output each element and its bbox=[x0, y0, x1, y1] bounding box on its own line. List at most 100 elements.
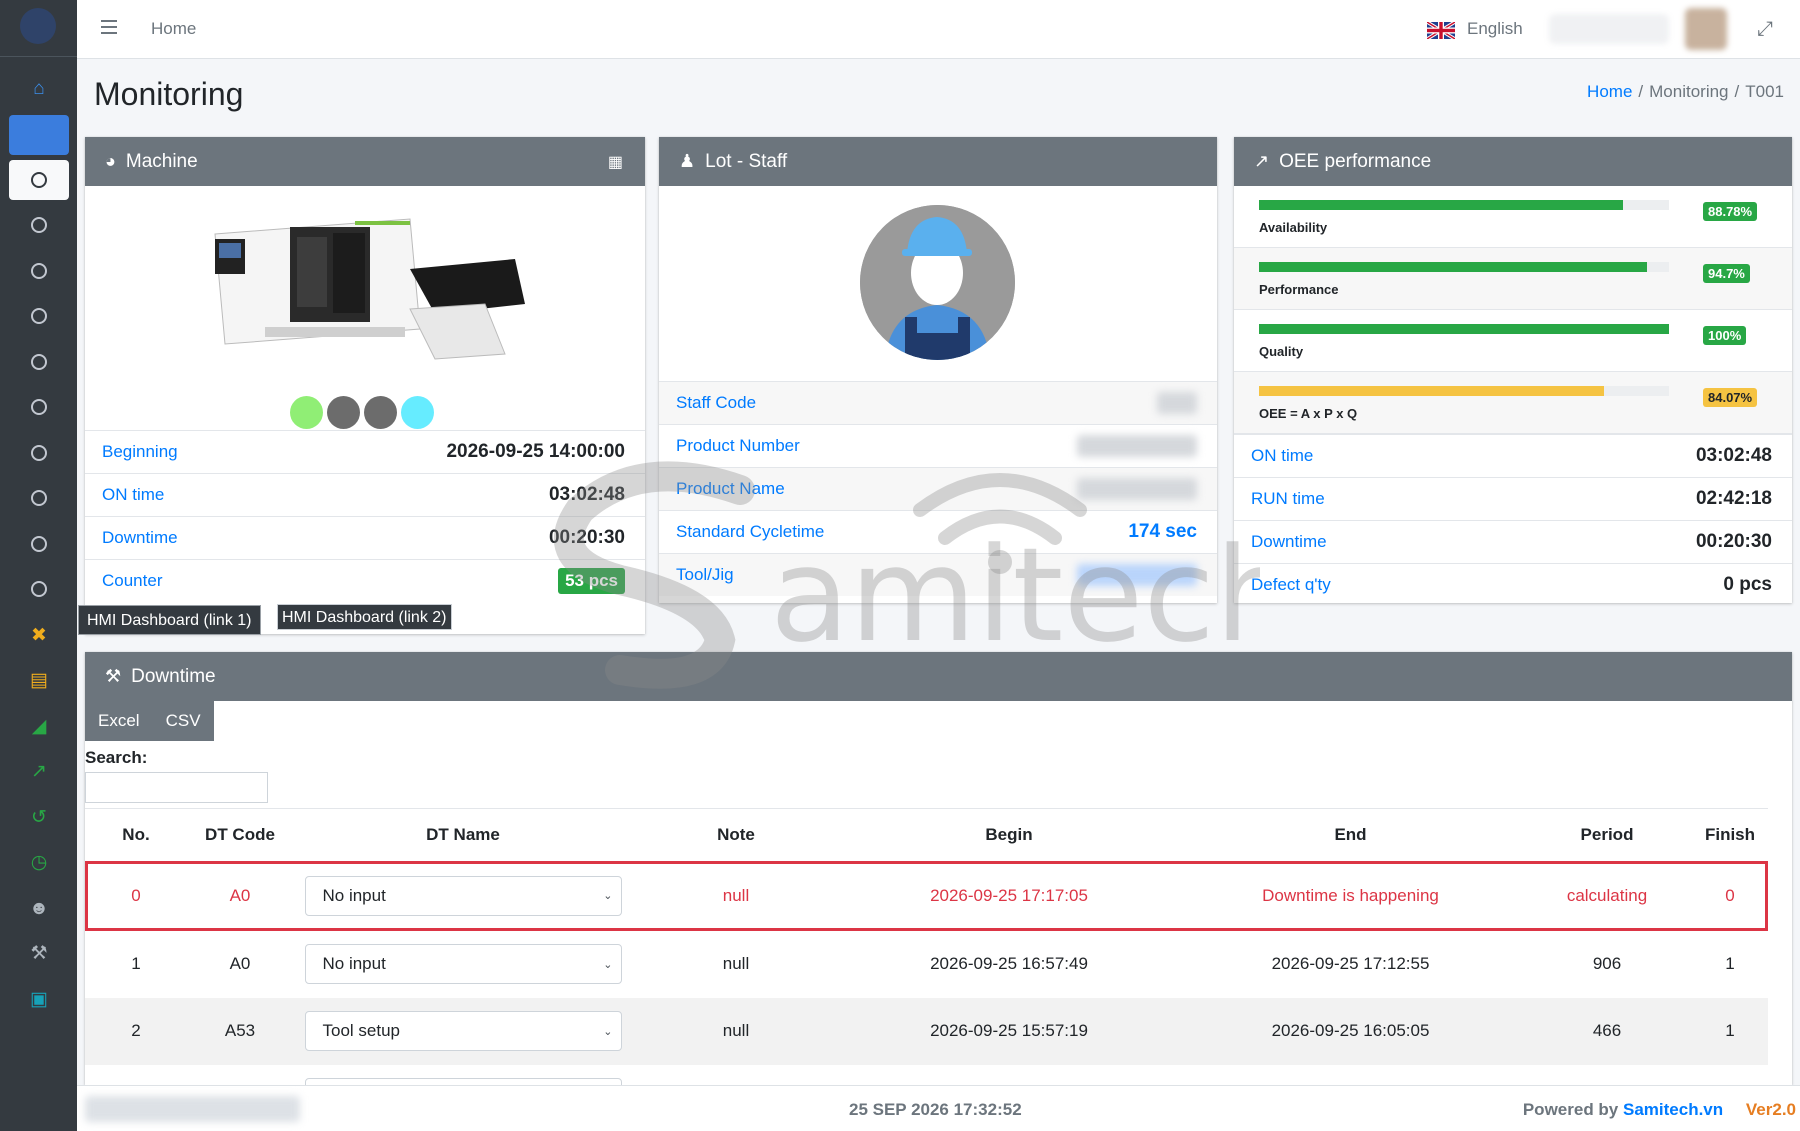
circle-icon bbox=[31, 490, 47, 506]
sidebar-item-machine-2[interactable] bbox=[9, 205, 69, 245]
sidebar: ⌂ ✖ ▤ ◢ ↗ ↺ ◷ ☻ ⚒ ▣ bbox=[0, 0, 77, 1131]
label: RUN time bbox=[1251, 489, 1325, 508]
product-name-redacted bbox=[1077, 478, 1197, 500]
oee-card: ↗ OEE performance Availability 88.78% Per… bbox=[1234, 137, 1792, 603]
excel-button[interactable]: Excel bbox=[85, 701, 153, 741]
dt-name-select[interactable]: No input ⌄ bbox=[304, 875, 622, 916]
sidebar-item-machine-4[interactable] bbox=[9, 296, 69, 336]
history-icon: ↺ bbox=[31, 806, 47, 828]
search-label: Search: bbox=[85, 748, 148, 767]
sidebar-item-home[interactable]: ⌂ bbox=[9, 68, 69, 108]
cell-end: 2026-09-25 16:05:05 bbox=[1179, 997, 1522, 1065]
dt-name-select[interactable] bbox=[304, 1078, 622, 1085]
value: 0 pcs bbox=[1723, 574, 1772, 595]
cell-no: 1 bbox=[85, 930, 187, 998]
footer-redacted bbox=[85, 1096, 300, 1122]
line-chart-icon: ↗ bbox=[1254, 151, 1270, 171]
fullscreen-icon[interactable]: ⤢ bbox=[1757, 18, 1773, 41]
sidebar-item-machine-10[interactable] bbox=[9, 569, 69, 609]
cell-code: A0 bbox=[229, 885, 251, 905]
hmi-dashboard-link-1[interactable]: HMI Dashboard (link 1) bbox=[78, 605, 261, 635]
user-name-redacted[interactable] bbox=[1549, 14, 1669, 44]
machine-card-header: ◕ Machine ▦ bbox=[85, 137, 645, 186]
value: 174 sec bbox=[1128, 521, 1197, 542]
chevron-down-icon: ⌄ bbox=[603, 958, 613, 971]
value: 03:02:48 bbox=[1695, 445, 1772, 466]
oee-row-on-time: ON time 03:02:48 bbox=[1234, 434, 1792, 477]
sidebar-item-machine-9[interactable] bbox=[9, 524, 69, 564]
circle-icon bbox=[31, 172, 47, 188]
clipboard-icon: ▤ bbox=[30, 669, 48, 691]
user-avatar[interactable] bbox=[1685, 8, 1727, 50]
col-period[interactable]: Period bbox=[1522, 808, 1692, 861]
status-dot-2 bbox=[327, 396, 360, 429]
home-icon: ⌂ bbox=[33, 77, 45, 99]
brand-logo[interactable] bbox=[20, 8, 56, 44]
hmi-dashboard-link-2[interactable]: HMI Dashboard (link 2) bbox=[277, 604, 452, 630]
value: 02:42:18 bbox=[1695, 488, 1772, 509]
circle-icon bbox=[31, 308, 47, 324]
table-icon[interactable]: ▦ bbox=[608, 152, 623, 172]
sidebar-item-book[interactable]: ▣ bbox=[9, 979, 69, 1019]
col-dt-name[interactable]: DT Name bbox=[293, 808, 633, 861]
footer-datetime: 25 SEP 2026 17:32:52 bbox=[849, 1100, 1022, 1119]
col-no[interactable]: No. bbox=[85, 808, 187, 861]
top-navbar: Home English ⤢ bbox=[77, 0, 1800, 59]
dt-name-select[interactable]: Tool setup ⌄ bbox=[304, 1011, 622, 1051]
chevron-down-icon: ⌄ bbox=[603, 1025, 613, 1038]
dt-name-select[interactable]: No input ⌄ bbox=[304, 944, 622, 984]
oee-quality: Quality 100% bbox=[1234, 310, 1792, 372]
table-row-active: 0 A0 No input ⌄ null 2026-09-25 17:17:05 … bbox=[85, 860, 1768, 931]
col-finish[interactable]: Finish bbox=[1692, 808, 1768, 861]
progress-track bbox=[1259, 386, 1669, 396]
sidebar-item-tools[interactable]: ✖ bbox=[9, 615, 69, 655]
tools-icon: ✖ bbox=[31, 624, 47, 646]
cell-finish: 1 bbox=[1692, 997, 1768, 1065]
oee-row-run-time: RUN time 02:42:18 bbox=[1234, 477, 1792, 520]
col-note[interactable]: Note bbox=[633, 808, 839, 861]
sidebar-item-machine-8[interactable] bbox=[9, 478, 69, 518]
product-number-redacted bbox=[1077, 435, 1197, 457]
oee-label: Availability bbox=[1259, 220, 1328, 235]
label: Standard Cycletime bbox=[676, 522, 825, 541]
breadcrumb: Home / Monitoring / T001 bbox=[1587, 82, 1784, 101]
sidebar-item-machine-7[interactable] bbox=[9, 433, 69, 473]
brand-link[interactable]: Samitech.vn bbox=[1623, 1100, 1723, 1119]
sidebar-item-t001[interactable] bbox=[9, 160, 69, 200]
col-end[interactable]: End bbox=[1179, 808, 1522, 861]
sidebar-item-area-chart[interactable]: ◢ bbox=[9, 706, 69, 746]
status-dot-run bbox=[290, 396, 323, 429]
status-dot-power bbox=[401, 396, 434, 429]
cell-finish: 0 bbox=[1725, 885, 1735, 905]
selected-value: No input bbox=[322, 954, 386, 973]
label: Product Name bbox=[676, 479, 785, 498]
footer: 25 SEP 2026 17:32:52 Powered by Samitech… bbox=[77, 1085, 1800, 1131]
oee-row-downtime: Downtime 00:20:30 bbox=[1234, 520, 1792, 563]
sidebar-item-clipboard[interactable]: ▤ bbox=[9, 660, 69, 700]
line-chart-icon: ↗ bbox=[31, 760, 47, 782]
breadcrumb-home[interactable]: Home bbox=[1587, 82, 1632, 101]
sidebar-item-machine-5[interactable] bbox=[9, 342, 69, 382]
menu-toggle-icon[interactable] bbox=[101, 20, 117, 34]
cell-end: 2026-09-25 17:12:55 bbox=[1179, 930, 1522, 998]
sidebar-item-clock[interactable]: ◷ bbox=[9, 842, 69, 882]
tool-jig-redacted bbox=[1077, 564, 1197, 586]
progress-track bbox=[1259, 200, 1669, 210]
search-input[interactable] bbox=[85, 772, 268, 803]
staff-avatar bbox=[860, 205, 1015, 360]
sidebar-item-line-chart[interactable]: ↗ bbox=[9, 751, 69, 791]
csv-button[interactable]: CSV bbox=[153, 701, 214, 741]
nav-home-link[interactable]: Home bbox=[151, 19, 196, 39]
breadcrumb-current: T001 bbox=[1745, 82, 1784, 101]
sidebar-item-history[interactable]: ↺ bbox=[9, 797, 69, 837]
label: ON time bbox=[1251, 446, 1314, 465]
sidebar-item-monitoring[interactable] bbox=[9, 115, 69, 155]
language-selector[interactable]: English bbox=[1467, 19, 1523, 39]
col-dt-code[interactable]: DT Code bbox=[187, 808, 293, 861]
sidebar-item-machine-3[interactable] bbox=[9, 251, 69, 291]
sidebar-item-users[interactable]: ☻ bbox=[9, 888, 69, 928]
circle-icon bbox=[31, 399, 47, 415]
col-begin[interactable]: Begin bbox=[839, 808, 1179, 861]
sidebar-item-machine-6[interactable] bbox=[9, 387, 69, 427]
sidebar-item-wrench[interactable]: ⚒ bbox=[9, 933, 69, 973]
